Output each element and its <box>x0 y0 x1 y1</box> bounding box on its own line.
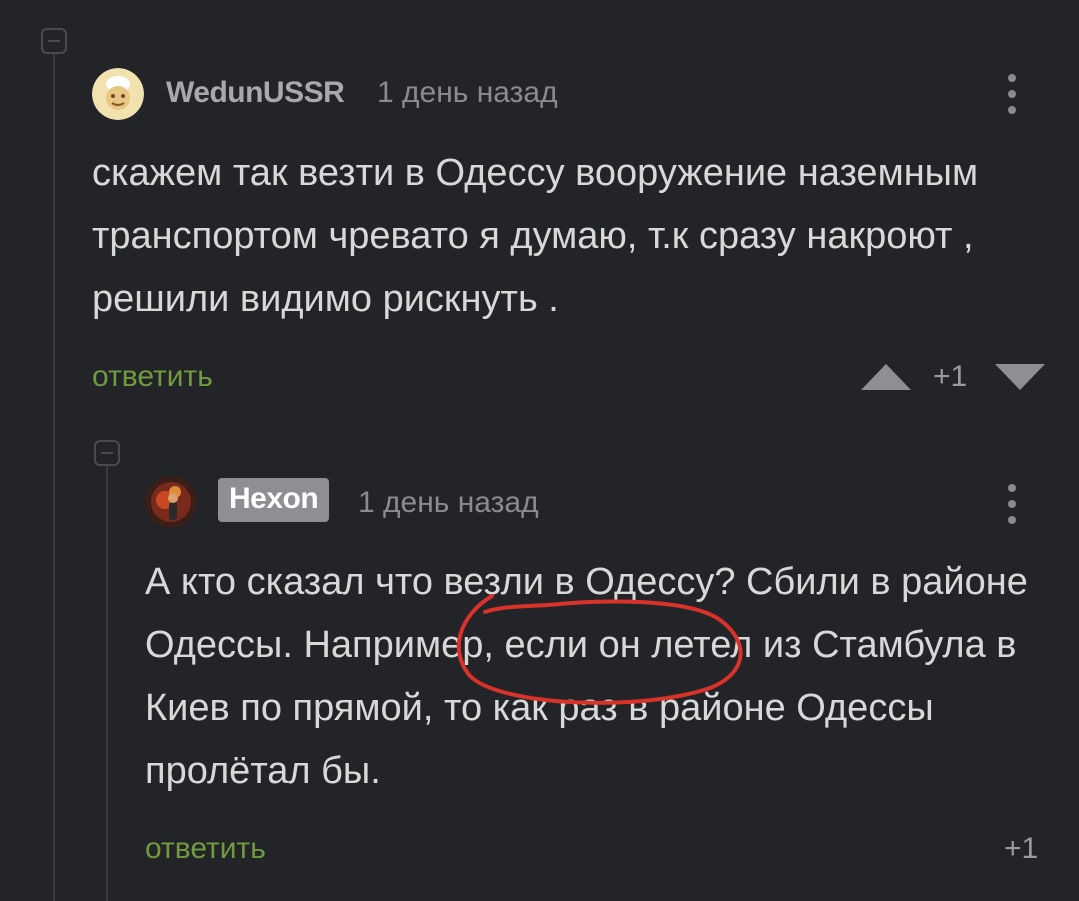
annotation-circle <box>456 594 743 705</box>
